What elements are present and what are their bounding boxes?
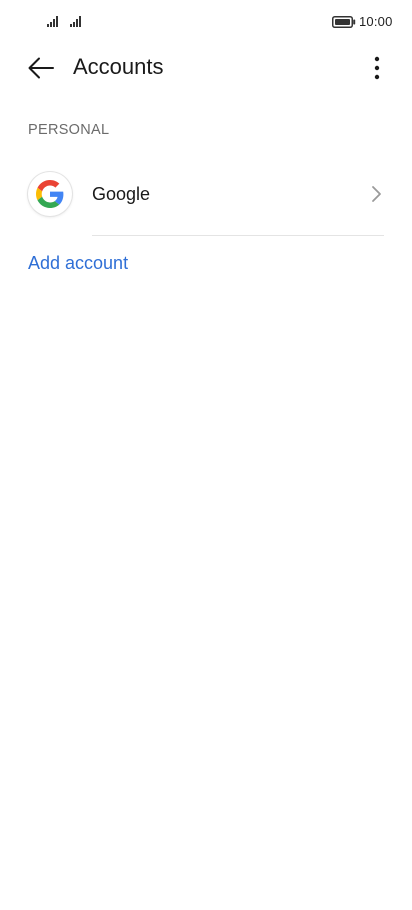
accounts-screen: 10:00 Accounts PERSONAL Google Add accou… <box>0 0 412 910</box>
more-options-button[interactable] <box>360 50 394 86</box>
battery-icon <box>332 16 356 28</box>
add-account-button[interactable]: Add account <box>28 253 128 274</box>
divider <box>92 235 384 236</box>
back-button[interactable] <box>22 50 60 86</box>
account-row-google[interactable]: Google <box>0 163 412 235</box>
signal-icon <box>47 16 58 27</box>
status-time: 10:00 <box>359 14 393 29</box>
signal-icon <box>70 16 81 27</box>
more-vertical-icon <box>374 56 380 80</box>
section-label-personal: PERSONAL <box>28 122 110 138</box>
chevron-right-icon <box>372 186 381 202</box>
google-logo-icon <box>36 180 64 208</box>
avatar <box>28 172 72 216</box>
status-bar: 10:00 <box>0 0 412 44</box>
page-title: Accounts <box>73 54 164 79</box>
arrow-left-icon <box>28 57 54 79</box>
account-name: Google <box>92 184 151 204</box>
app-header: Accounts <box>0 44 412 92</box>
